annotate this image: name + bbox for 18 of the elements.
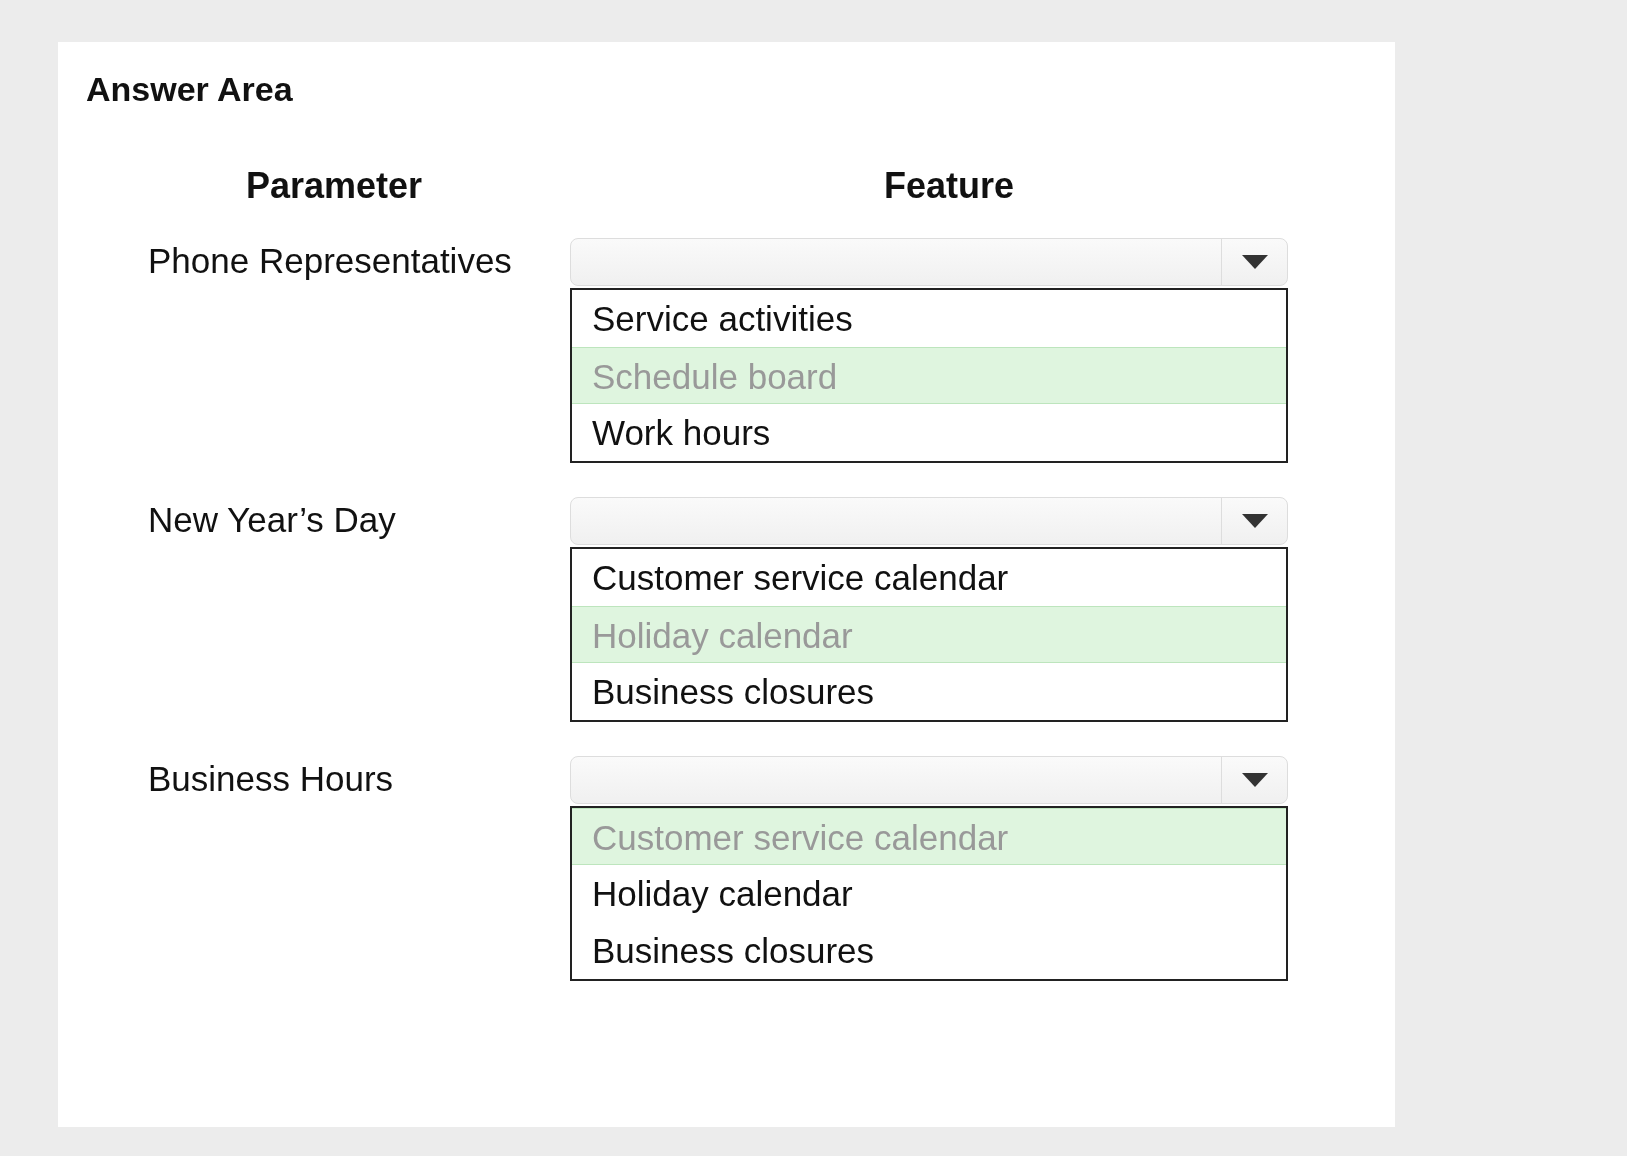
parameter-label: Business Hours [148, 757, 394, 800]
column-header: Parameter [245, 165, 423, 207]
option-item[interactable]: Work hours [572, 403, 1286, 461]
title: Answer Area [86, 69, 294, 110]
parameter-label: New Year’s Day [148, 498, 396, 541]
caret-icon [1241, 254, 1268, 269]
dropdown[interactable] [570, 496, 1288, 545]
dropdown[interactable] [570, 755, 1288, 804]
caret-icon [1241, 772, 1268, 787]
option-item[interactable]: Customer service calendar [572, 548, 1286, 606]
option-item[interactable]: Business closures [572, 662, 1286, 720]
option-item[interactable]: Business closures [572, 921, 1286, 979]
option-item[interactable]: Holiday calendar [572, 864, 1286, 922]
caret-icon [1241, 513, 1268, 528]
dropdown[interactable] [570, 237, 1288, 286]
column-header: Feature [883, 165, 1014, 207]
parameter-label: Phone Representatives [148, 239, 512, 282]
option-item[interactable]: Service activities [572, 289, 1286, 347]
